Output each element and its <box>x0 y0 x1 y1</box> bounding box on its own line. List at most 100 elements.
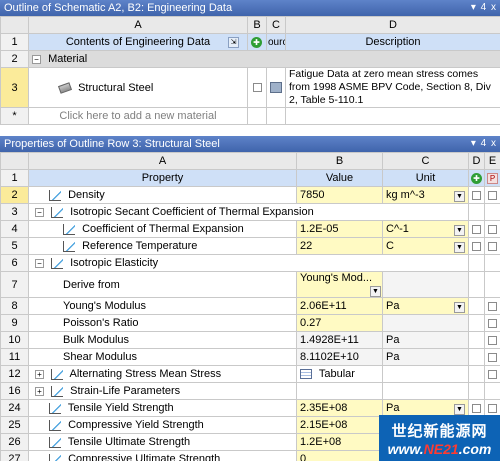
property-row-density[interactable]: 2 Density 7850 kg m^-3 ▼ <box>0 186 500 204</box>
property-name[interactable]: Reference Temperature <box>28 237 297 255</box>
add-green-icon[interactable]: ✚ <box>251 36 262 48</box>
property-name[interactable]: + Alternating Stress Mean Stress <box>28 365 297 383</box>
property-row-poissons-ratio[interactable]: 9 Poisson's Ratio 0.27 <box>0 314 500 332</box>
expand-icon[interactable]: + <box>35 369 44 379</box>
checkbox-cell[interactable] <box>484 237 500 255</box>
column-header-d[interactable]: D <box>285 16 500 34</box>
checkbox-cell[interactable] <box>484 314 500 332</box>
checkbox-cell[interactable] <box>468 220 485 238</box>
property-row-reference-temperature[interactable]: 5 Reference Temperature 22 C ▼ <box>0 237 500 255</box>
dropdown-arrow-icon[interactable]: ▼ <box>370 286 381 297</box>
library-source-icon[interactable] <box>270 82 282 94</box>
column-header-d[interactable]: D <box>468 152 485 170</box>
expand-icon[interactable]: + <box>35 386 44 396</box>
property-value[interactable]: 0.27 <box>296 314 383 332</box>
corner-cell[interactable] <box>0 152 29 170</box>
value-header[interactable]: Value <box>296 169 383 187</box>
property-unit[interactable]: kg m^-3 ▼ <box>382 186 469 204</box>
unit-header[interactable]: Unit <box>382 169 469 187</box>
collapse-icon[interactable]: − <box>35 258 44 268</box>
property-unit[interactable]: Pa ▼ <box>382 399 469 417</box>
source-header[interactable]: ourc <box>266 33 286 51</box>
dropdown-arrow-icon[interactable]: ▼ <box>454 241 465 253</box>
filter-column-header[interactable]: ✚ <box>468 169 485 187</box>
checkbox-cell[interactable] <box>468 186 485 204</box>
property-row-youngs-modulus[interactable]: 8 Young's Modulus 2.06E+11 Pa ▼ <box>0 297 500 315</box>
outline-pane-controls[interactable]: ▾ 4 x <box>471 0 497 16</box>
property-name[interactable]: Tensile Ultimate Strength <box>28 433 297 451</box>
dropdown-arrow-icon[interactable]: ▼ <box>454 224 465 236</box>
description-header[interactable]: Description <box>285 33 500 51</box>
corner-cell[interactable] <box>0 16 29 34</box>
property-value[interactable]: 2.06E+11 <box>296 297 383 315</box>
checkbox-cell[interactable] <box>484 186 500 204</box>
column-header-a[interactable]: A <box>28 16 248 34</box>
parameter-column-header[interactable]: P <box>484 169 500 187</box>
checkbox-cell[interactable] <box>484 297 500 315</box>
property-row-bulk-modulus[interactable]: 10 Bulk Modulus 1.4928E+11 Pa <box>0 331 500 349</box>
property-row-tensile-yield[interactable]: 24 Tensile Yield Strength 2.35E+08 Pa ▼ <box>0 399 500 417</box>
property-row-strain-life[interactable]: 16 + Strain-Life Parameters <box>0 382 500 400</box>
checkbox[interactable] <box>488 335 497 345</box>
property-row-isotropic-elasticity[interactable]: 6 − Isotropic Elasticity <box>0 254 500 272</box>
property-unit[interactable]: C^-1 ▼ <box>382 220 469 238</box>
add-green-icon[interactable]: ✚ <box>471 172 482 184</box>
material-group-cell[interactable]: − Material <box>28 50 500 68</box>
property-value[interactable]: 1.2E-05 <box>296 220 383 238</box>
properties-pane-controls[interactable]: ▾ 4 x <box>471 136 497 152</box>
property-name[interactable]: Density <box>28 186 297 204</box>
column-header-b[interactable]: B <box>247 16 267 34</box>
dropdown-arrow-icon[interactable]: ▼ <box>454 403 465 415</box>
checkbox-cell[interactable] <box>484 331 500 349</box>
property-name[interactable]: + Strain-Life Parameters <box>28 382 297 400</box>
property-group-name[interactable]: − Isotropic Secant Coefficient of Therma… <box>28 203 469 221</box>
pin-icon[interactable]: ⇲ <box>228 37 239 48</box>
contents-header[interactable]: Contents of Engineering Data ⇲ <box>28 33 248 51</box>
column-header-c[interactable]: C <box>266 16 286 34</box>
checkbox[interactable] <box>472 224 481 234</box>
dropdown-arrow-icon[interactable]: ▼ <box>454 190 465 202</box>
checkbox-cell[interactable] <box>484 220 500 238</box>
checkbox[interactable] <box>488 190 497 200</box>
suppress-checkbox-cell[interactable] <box>247 67 267 108</box>
property-name[interactable]: Tensile Yield Strength <box>28 399 297 417</box>
add-material-row[interactable]: * Click here to add a new material <box>0 107 500 125</box>
property-unit[interactable]: Pa ▼ <box>382 297 469 315</box>
add-material-cell[interactable]: Click here to add a new material <box>28 107 248 125</box>
property-row-derive-from[interactable]: 7 Derive from Young's Mod... ▼ <box>0 271 500 298</box>
property-header[interactable]: Property <box>28 169 297 187</box>
dropdown-arrow-icon[interactable]: ▼ <box>454 301 465 313</box>
checkbox[interactable] <box>472 241 481 251</box>
derive-from-select[interactable]: Young's Mod... ▼ <box>296 271 383 298</box>
suppress-checkbox[interactable] <box>252 83 262 93</box>
material-group-row[interactable]: 2 − Material <box>0 50 500 68</box>
structural-steel-cell[interactable]: Structural Steel <box>28 67 248 108</box>
property-row-thermal-expansion[interactable]: 3 − Isotropic Secant Coefficient of Ther… <box>0 203 500 221</box>
property-value[interactable]: 2.15E+08 <box>296 416 383 434</box>
column-header-b[interactable]: B <box>296 152 383 170</box>
property-value[interactable]: 22 <box>296 237 383 255</box>
property-value[interactable]: 7850 <box>296 186 383 204</box>
checkbox[interactable] <box>488 403 497 413</box>
structural-steel-row[interactable]: 3 Structural Steel Fatigue Data at zero … <box>0 67 500 108</box>
property-name[interactable]: Compressive Yield Strength <box>28 416 297 434</box>
column-header-a[interactable]: A <box>28 152 297 170</box>
checkbox[interactable] <box>488 352 497 362</box>
column-header-e[interactable]: E <box>484 152 500 170</box>
property-row-shear-modulus[interactable]: 11 Shear Modulus 8.1102E+10 Pa <box>0 348 500 366</box>
checkbox[interactable] <box>488 318 497 328</box>
property-value[interactable]: Tabular <box>296 365 383 383</box>
collapse-icon[interactable]: − <box>32 54 41 64</box>
column-header-c[interactable]: C <box>382 152 469 170</box>
checkbox[interactable] <box>488 241 497 251</box>
parameter-icon[interactable]: P <box>487 172 498 184</box>
checkbox[interactable] <box>488 301 497 311</box>
property-row-alternating-stress[interactable]: 12 + Alternating Stress Mean Stress Tabu… <box>0 365 500 383</box>
property-value[interactable]: 1.2E+08 <box>296 433 383 451</box>
property-name[interactable]: Coefficient of Thermal Expansion <box>28 220 297 238</box>
checkbox[interactable] <box>472 403 481 413</box>
property-value[interactable]: 0 <box>296 450 383 461</box>
collapse-icon[interactable]: − <box>35 207 44 217</box>
checkbox[interactable] <box>488 224 497 234</box>
checkbox-cell[interactable] <box>484 348 500 366</box>
